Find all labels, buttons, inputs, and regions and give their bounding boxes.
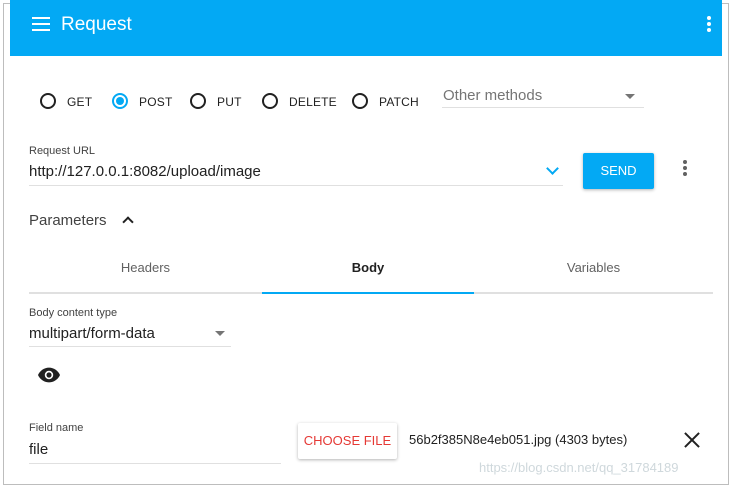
parameters-tabs: Headers Body Variables [29, 250, 713, 294]
method-label: GET [67, 95, 93, 109]
watermark-text: https://blog.csdn.net/qq_31784189 [479, 460, 679, 475]
field-name-label: Field name [29, 422, 84, 434]
body-content-type-label: Body content type [29, 307, 118, 319]
hamburger-menu-icon[interactable] [32, 17, 50, 31]
field-name-input[interactable]: file [29, 438, 281, 464]
request-url-input[interactable]: http://127.0.0.1:8082/upload/image [29, 158, 563, 186]
radio-unchecked-icon[interactable] [190, 93, 206, 109]
chevron-down-icon[interactable] [546, 162, 559, 175]
tab-variables[interactable]: Variables [474, 250, 713, 292]
radio-unchecked-icon[interactable] [352, 93, 368, 109]
eye-icon[interactable] [38, 366, 60, 384]
other-methods-dropdown[interactable]: Other methods [442, 86, 644, 108]
url-options-more-icon[interactable] [681, 160, 689, 180]
radio-checked-icon[interactable] [112, 93, 128, 109]
parameters-toggle[interactable]: Parameters [29, 212, 107, 229]
app-bar: Request [10, 0, 722, 56]
dropdown-arrow-icon [215, 331, 225, 336]
app-title: Request [61, 14, 132, 35]
body-content-type-value: multipart/form-data [29, 325, 155, 342]
method-label: DELETE [289, 95, 337, 109]
send-button[interactable]: SEND [583, 153, 654, 189]
more-vert-icon[interactable] [705, 16, 713, 36]
other-methods-placeholder: Other methods [443, 87, 543, 104]
method-label: PATCH [379, 95, 419, 109]
request-url-value[interactable]: http://127.0.0.1:8082/upload/image [29, 163, 261, 180]
field-name-value[interactable]: file [29, 441, 48, 458]
body-content-type-select[interactable]: multipart/form-data [29, 323, 231, 347]
dropdown-arrow-icon [625, 94, 635, 99]
radio-unchecked-icon[interactable] [40, 93, 56, 109]
choose-file-button[interactable]: CHOOSE FILE [298, 423, 397, 459]
close-icon[interactable] [684, 432, 700, 448]
tab-body[interactable]: Body [262, 250, 474, 294]
selected-file-info: 56b2f385N8e4eb051.jpg (4303 bytes) [409, 432, 628, 447]
request-panel [3, 3, 729, 485]
method-label: PUT [217, 95, 242, 109]
method-label: POST [139, 95, 173, 109]
tab-headers[interactable]: Headers [29, 250, 262, 292]
radio-unchecked-icon[interactable] [262, 93, 278, 109]
request-url-label: Request URL [29, 145, 96, 157]
